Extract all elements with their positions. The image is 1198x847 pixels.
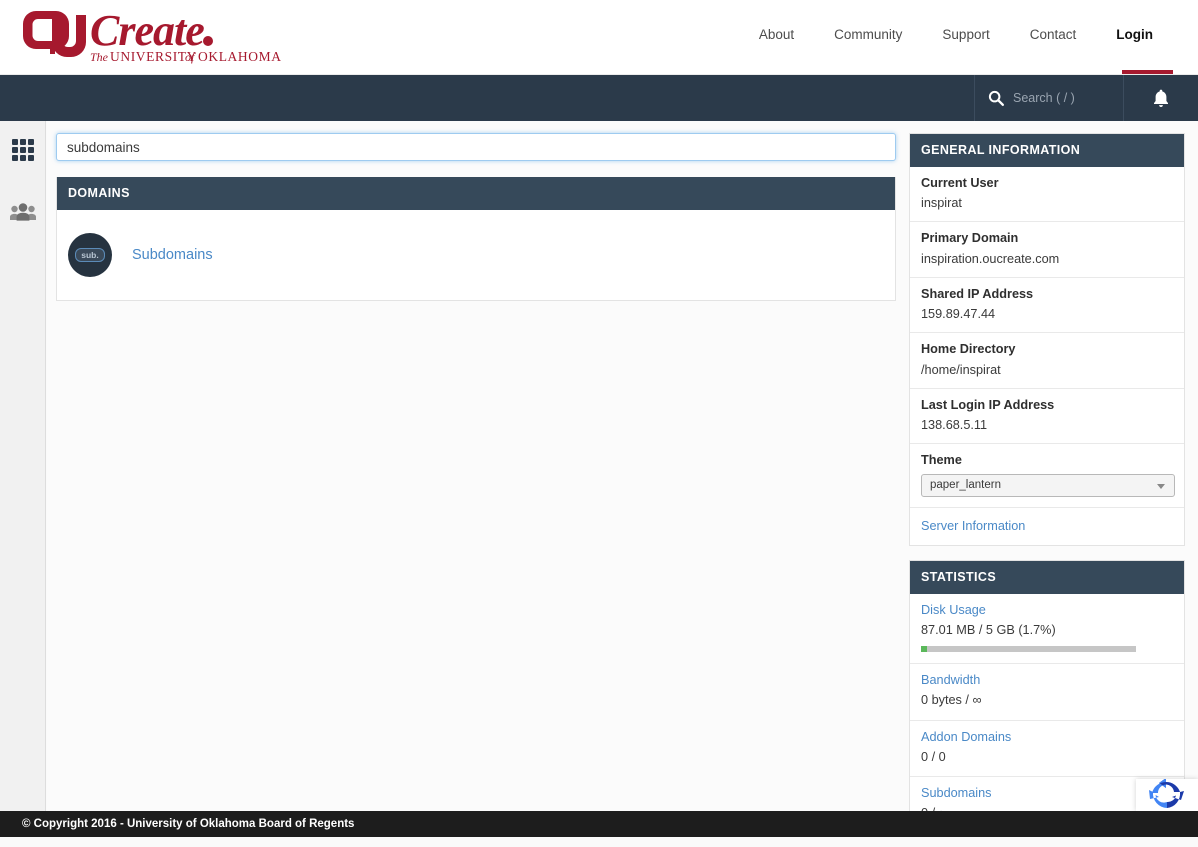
info-value-current-user: inspirat [921, 196, 962, 211]
svg-text:OKLAHOMA: OKLAHOMA [198, 49, 282, 64]
theme-select[interactable]: paper_lantern [921, 473, 1175, 497]
nav-item-support[interactable]: Support [922, 24, 1009, 46]
info-value-primary-domain: inspiration.oucreate.com [921, 251, 1060, 266]
server-information-link[interactable]: Server Information [921, 519, 1025, 533]
general-information-card: GENERAL INFORMATION Current User inspira… [909, 133, 1185, 546]
stat-value-disk-usage: 87.01 MB / 5 GB (1.7%) [921, 622, 1056, 637]
search-icon [988, 90, 1005, 107]
global-search-input[interactable] [1013, 91, 1113, 105]
statistics-title: STATISTICS [910, 560, 1184, 594]
info-label-shared-ip-address: Shared IP Address [921, 286, 1034, 301]
stat-value-bandwidth: 0 bytes / ∞ [921, 693, 982, 708]
chevron-down-icon [1157, 483, 1165, 489]
general-information-title: GENERAL INFORMATION [910, 134, 1184, 167]
rail-item-apps[interactable] [0, 127, 46, 173]
theme-select-value: paper_lantern [930, 479, 1001, 492]
info-value-last-login-ip-address: 138.68.5.11 [921, 418, 988, 433]
domains-panel: DOMAINS sub. Subdomains [56, 177, 896, 301]
info-label-home-directory: Home Directory [921, 342, 1016, 357]
recaptcha-badge[interactable] [1136, 779, 1198, 811]
info-row-home-directory: Home Directory /home/inspirat [910, 333, 1184, 389]
svg-text:The: The [90, 50, 109, 64]
info-label-theme: Theme [921, 453, 962, 468]
copyright-text: © Copyright 2016 - University of Oklahom… [22, 818, 355, 830]
stat-link-disk-usage[interactable]: Disk Usage [921, 603, 1173, 618]
info-row-shared-ip-address: Shared IP Address 159.89.47.44 [910, 278, 1184, 334]
svg-text:Create: Create [90, 6, 204, 55]
stat-link-bandwidth[interactable]: Bandwidth [921, 673, 1173, 688]
ou-create-logo[interactable]: Create The UNIVERSITY of OKLAHOMA [22, 5, 322, 67]
stat-row-bandwidth: Bandwidth 0 bytes / ∞ [910, 664, 1184, 721]
notifications-button[interactable] [1124, 75, 1198, 121]
subdomains-icon-label: sub. [75, 247, 105, 263]
info-row-primary-domain: Primary Domain inspiration.oucreate.com [910, 222, 1184, 278]
nav-item-login[interactable]: Login [1096, 24, 1173, 46]
recaptcha-icon [1149, 779, 1184, 808]
info-row-current-user: Current User inspirat [910, 167, 1184, 223]
right-sidebar: GENERAL INFORMATION Current User inspira… [909, 133, 1185, 847]
top-utility-bar [0, 75, 1198, 121]
info-label-last-login-ip-address: Last Login IP Address [921, 397, 1055, 412]
users-group-icon [10, 203, 36, 221]
nav-active-indicator [1122, 70, 1173, 74]
nav-item-contact[interactable]: Contact [1010, 24, 1097, 46]
rail-item-users[interactable] [0, 189, 46, 235]
page-footer: © Copyright 2016 - University of Oklahom… [0, 811, 1198, 837]
stat-value-addon-domains: 0 / 0 [921, 749, 946, 764]
disk-usage-progress-track [921, 646, 1136, 653]
info-value-home-directory: /home/inspirat [921, 362, 1001, 377]
svg-text:UNIVERSITY: UNIVERSITY [110, 49, 197, 64]
left-icon-rail [0, 121, 46, 811]
subdomains-icon: sub. [68, 233, 112, 277]
server-information-row: Server Information [910, 508, 1184, 545]
grid-apps-icon [12, 139, 34, 161]
info-row-last-login-ip-address: Last Login IP Address 138.68.5.11 [910, 389, 1184, 445]
stat-link-addon-domains[interactable]: Addon Domains [921, 730, 1173, 745]
page-search-input[interactable] [56, 133, 896, 161]
global-search[interactable] [974, 75, 1124, 121]
domain-list-item-subdomains[interactable]: sub. Subdomains [57, 210, 895, 300]
ou-create-logo-svg: Create The UNIVERSITY of OKLAHOMA [23, 6, 282, 64]
disk-usage-progress-fill [921, 646, 928, 653]
info-row-theme: Theme paper_lantern [910, 444, 1184, 508]
brand-header: Create The UNIVERSITY of OKLAHOMA About … [0, 0, 1198, 75]
page-search-wrapper [56, 133, 896, 161]
nav-item-community[interactable]: Community [814, 24, 922, 46]
stat-row-disk-usage: Disk Usage 87.01 MB / 5 GB (1.7%) [910, 594, 1184, 665]
bell-icon [1154, 89, 1168, 107]
main-navigation: About Community Support Contact Login [739, 24, 1173, 46]
domain-link-subdomains[interactable]: Subdomains [132, 247, 213, 263]
info-value-shared-ip-address: 159.89.47.44 [921, 307, 996, 322]
nav-item-about[interactable]: About [739, 24, 814, 46]
info-label-current-user: Current User [921, 176, 999, 190]
info-label-primary-domain: Primary Domain [921, 231, 1019, 246]
domains-panel-title: DOMAINS [57, 177, 895, 210]
stat-row-addon-domains: Addon Domains 0 / 0 [910, 721, 1184, 777]
